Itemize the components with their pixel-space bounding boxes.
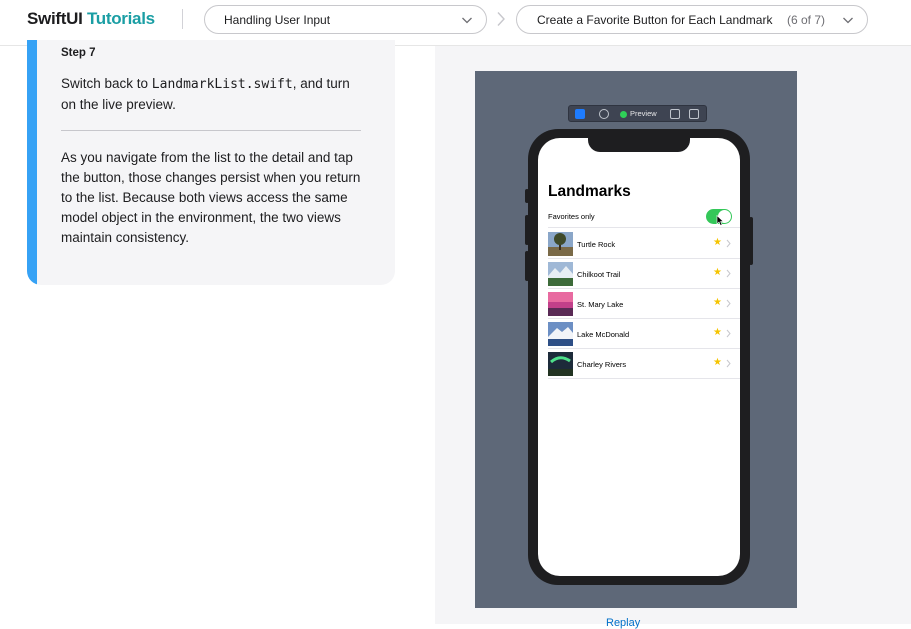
chevron-down-icon (843, 17, 853, 24)
step-explanation: As you navigate from the list to the det… (61, 150, 361, 245)
landmark-row[interactable]: Turtle Rock ★ (548, 229, 740, 259)
star-icon: ★ (713, 237, 722, 248)
landmark-row[interactable]: Chilkoot Trail ★ (548, 259, 740, 289)
preview-status-icon (620, 111, 627, 118)
phone-side-button (525, 189, 529, 203)
chevron-right-icon (726, 269, 731, 278)
landmark-row[interactable]: Charley Rivers ★ (548, 349, 740, 379)
landmark-thumbnail (548, 292, 573, 316)
section-dropdown-label: Create a Favorite Button for Each Landma… (537, 13, 773, 27)
chevron-right-icon (726, 299, 731, 308)
section-dropdown[interactable]: Create a Favorite Button for Each Landma… (516, 5, 868, 34)
replay-link[interactable]: Replay (606, 617, 640, 629)
landmark-thumbnail (548, 262, 573, 286)
star-icon: ★ (713, 267, 722, 278)
step-title: Step 7 (61, 47, 96, 59)
live-preview-icon[interactable] (575, 109, 585, 119)
favorites-toggle-row[interactable]: Favorites only (548, 206, 740, 228)
landmark-thumbnail (548, 352, 573, 376)
star-icon: ★ (713, 297, 722, 308)
phone-side-button (749, 217, 753, 265)
iphone-frame: Landmarks Favorites only Turtle Rock ★ C… (525, 129, 753, 585)
phone-side-button (525, 251, 529, 281)
chapter-dropdown[interactable]: Handling User Input (204, 5, 487, 34)
inspect-icon[interactable] (599, 109, 609, 119)
star-icon: ★ (713, 357, 722, 368)
landmark-row[interactable]: Lake McDonald ★ (548, 319, 740, 349)
landmark-name: Lake McDonald (577, 330, 630, 339)
brand-tutorials: Tutorials (86, 9, 155, 28)
step-accent-bar (27, 40, 37, 285)
favorites-only-label: Favorites only (548, 212, 595, 221)
step-divider (61, 130, 361, 131)
landmark-name: Chilkoot Trail (577, 270, 621, 279)
chapter-dropdown-label: Handling User Input (224, 13, 331, 27)
star-icon: ★ (713, 327, 722, 338)
landmark-name: Charley Rivers (577, 360, 627, 369)
landmark-name: Turtle Rock (577, 240, 616, 249)
preview-image: Preview Landmarks Favorites only Turtle … (475, 71, 797, 608)
landmarks-title: Landmarks (548, 183, 631, 200)
brand-swiftui: SwiftUI (27, 9, 83, 28)
phone-side-button (525, 215, 529, 245)
chevron-right-icon (726, 239, 731, 248)
chevron-down-icon (462, 17, 472, 24)
landmark-row[interactable]: St. Mary Lake ★ (548, 289, 740, 319)
device-settings-icon[interactable] (670, 109, 680, 119)
chevron-right-icon (726, 329, 731, 338)
section-counter: (6 of 7) (787, 13, 826, 27)
landmark-thumbnail (548, 232, 573, 256)
step-instruction: Switch back to LandmarkList.swift, and t… (61, 74, 361, 115)
duplicate-preview-icon[interactable] (689, 109, 699, 119)
phone-notch (588, 138, 690, 152)
step-card: Step 7 Switch back to LandmarkList.swift… (27, 40, 395, 285)
landmark-thumbnail (548, 322, 573, 346)
phone-screen: Landmarks Favorites only Turtle Rock ★ C… (538, 138, 740, 576)
code-filename: LandmarkList.swift (151, 77, 293, 92)
canvas-toolbar: Preview (568, 105, 707, 122)
step-instruction-text: Switch back to (61, 76, 152, 91)
landmark-name: St. Mary Lake (577, 300, 624, 309)
chevron-right-icon (497, 12, 505, 26)
brand-logo[interactable]: SwiftUI Tutorials (27, 9, 155, 29)
chevron-right-icon (726, 359, 731, 368)
preview-label: Preview (630, 109, 657, 118)
pointer-cursor-icon (716, 215, 724, 226)
header-divider (182, 9, 183, 29)
